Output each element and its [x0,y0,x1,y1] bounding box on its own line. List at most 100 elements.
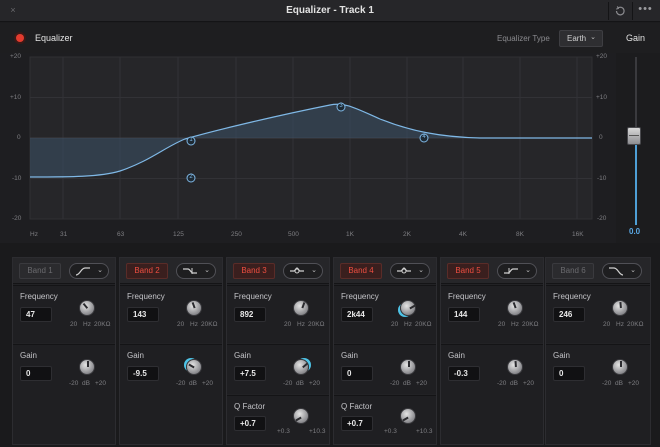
frequency-section: Frequency 892 20 Hz 20KΩ [227,285,329,343]
eq-graph[interactable]: 1 2 3 4 +20 +10 0 -10 -20 +20 +10 0 -10 … [0,53,616,243]
x-axis-label: 2K [403,231,411,238]
frequency-label: Frequency [20,292,58,301]
frequency-knob[interactable] [612,300,628,316]
chevron-down-icon: ⌄ [590,34,596,41]
frequency-knob[interactable] [186,300,202,316]
frequency-knob[interactable] [507,300,523,316]
frequency-value[interactable]: 892 [234,307,266,322]
chevron-down-icon: ⌄ [418,267,424,274]
band-toggle-button[interactable]: Band 4 [340,263,382,279]
equalizer-type-value: Earth [567,34,587,43]
gain-fader[interactable]: 0.0 [616,53,660,243]
bands-panel: Band 1 ⌄ Frequency 47 20 Hz 20KΩ Gain 0 … [0,243,660,447]
freq-scale-max: 20KΩ [308,321,325,328]
band-toggle-button[interactable]: Band 2 [126,263,168,279]
freq-scale-min: 20 [284,321,292,328]
frequency-label: Frequency [553,292,591,301]
q-scale-max: +10.3 [416,428,433,435]
gain-label: Gain [448,351,465,360]
frequency-value[interactable]: 246 [553,307,585,322]
q-factor-value[interactable]: +0.7 [341,416,373,431]
x-axis-label: 125 [173,231,184,238]
frequency-value[interactable]: 143 [127,307,159,322]
band-shape-select[interactable]: ⌄ [69,263,109,279]
freq-scale-max: 20KΩ [415,321,432,328]
gain-value[interactable]: 0 [553,366,585,381]
freq-scale-unit: Hz [83,321,91,328]
equalizer-header: Equalizer Equalizer Type Earth ⌄ Gain [0,23,660,53]
gain-value[interactable]: 0 [341,366,373,381]
gain-value[interactable]: -9.5 [127,366,159,381]
y-axis-label-right: 0 [599,134,603,141]
gain-scale-max: +20 [523,380,535,387]
q-factor-knob[interactable] [400,408,416,424]
frequency-section: Frequency 144 20 Hz 20KΩ [441,285,543,343]
frequency-knob[interactable] [79,300,95,316]
q-factor-section: Q Factor +0.7 +0.3 +10.3 [334,395,436,444]
gain-knob[interactable] [79,359,95,375]
frequency-section: Frequency 47 20 Hz 20KΩ [13,285,115,343]
gain-scale-max: +20 [202,380,214,387]
x-axis-label: 250 [231,231,242,238]
frequency-label: Frequency [341,292,379,301]
band-shape-select[interactable]: ⌄ [283,263,323,279]
freq-scale-unit: Hz [511,321,519,328]
gain-value[interactable]: -0.3 [448,366,480,381]
band-handle-2[interactable]: 2 [188,174,194,180]
band-toggle-button[interactable]: Band 1 [19,263,61,279]
reset-button[interactable] [608,2,630,20]
gain-scale-unit: dB [615,380,623,387]
gain-title: Gain [626,33,646,43]
gain-value[interactable]: 0 [20,366,52,381]
frequency-value[interactable]: 144 [448,307,480,322]
bell-icon [397,267,411,274]
gain-knob[interactable] [293,359,309,375]
band-shape-select[interactable]: ⌄ [176,263,216,279]
gain-knob[interactable] [186,359,202,375]
band-shape-select[interactable]: ⌄ [390,263,430,279]
band-handle-3[interactable]: 3 [338,103,344,109]
window-title: Equalizer - Track 1 [286,5,374,16]
gain-knob[interactable] [400,359,416,375]
q-factor-knob[interactable] [293,408,309,424]
band-toggle-button[interactable]: Band 5 [447,263,489,279]
band-handle-4[interactable]: 4 [421,134,427,140]
gain-value[interactable]: +7.5 [234,366,266,381]
band-shape-select[interactable]: ⌄ [602,263,642,279]
gain-scale-unit: dB [510,380,518,387]
frequency-section: Frequency 2k44 20 Hz 20KΩ [334,285,436,343]
x-axis-label: 500 [288,231,299,238]
band-toggle-button[interactable]: Band 6 [552,263,594,279]
gain-section: Gain 0 -20 dB +20 [334,344,436,394]
frequency-knob[interactable] [400,300,416,316]
gain-section: Gain 0 -20 dB +20 [13,344,115,444]
gain-knob[interactable] [612,359,628,375]
equalizer-enable-toggle[interactable] [16,34,24,42]
gain-scale-min: -20 [497,380,507,387]
more-options-button[interactable]: ••• [632,2,658,20]
x-axis-label: 16K [572,231,584,238]
freq-scale-max: 20KΩ [627,321,644,328]
gain-section: Gain -9.5 -20 dB +20 [120,344,222,444]
gain-scale-max: +20 [416,380,428,387]
band-handle-1[interactable]: 1 [188,137,194,143]
low-shelf-icon [183,268,197,274]
gain-knob[interactable] [507,359,523,375]
frequency-value[interactable]: 2k44 [341,307,373,322]
fader-value: 0.0 [629,227,641,236]
band-toggle-button[interactable]: Band 3 [233,263,275,279]
q-factor-value[interactable]: +0.7 [234,416,266,431]
band-shape-select[interactable]: ⌄ [497,263,537,279]
y-axis-label-right: -10 [597,175,607,182]
band-header: Band 5 ⌄ [441,258,543,284]
fader-handle[interactable] [627,127,641,145]
y-axis-label-right: -20 [597,215,607,222]
equalizer-type-select[interactable]: Earth ⌄ [559,30,603,47]
frequency-section: Frequency 143 20 Hz 20KΩ [120,285,222,343]
y-axis-label: 0 [17,134,21,141]
x-axis-label: 63 [117,231,125,238]
frequency-value[interactable]: 47 [20,307,52,322]
frequency-knob[interactable] [293,300,309,316]
band-5: Band 5 ⌄ Frequency 144 20 Hz 20KΩ Gain -… [440,257,544,445]
gain-scale-max: +20 [628,380,640,387]
